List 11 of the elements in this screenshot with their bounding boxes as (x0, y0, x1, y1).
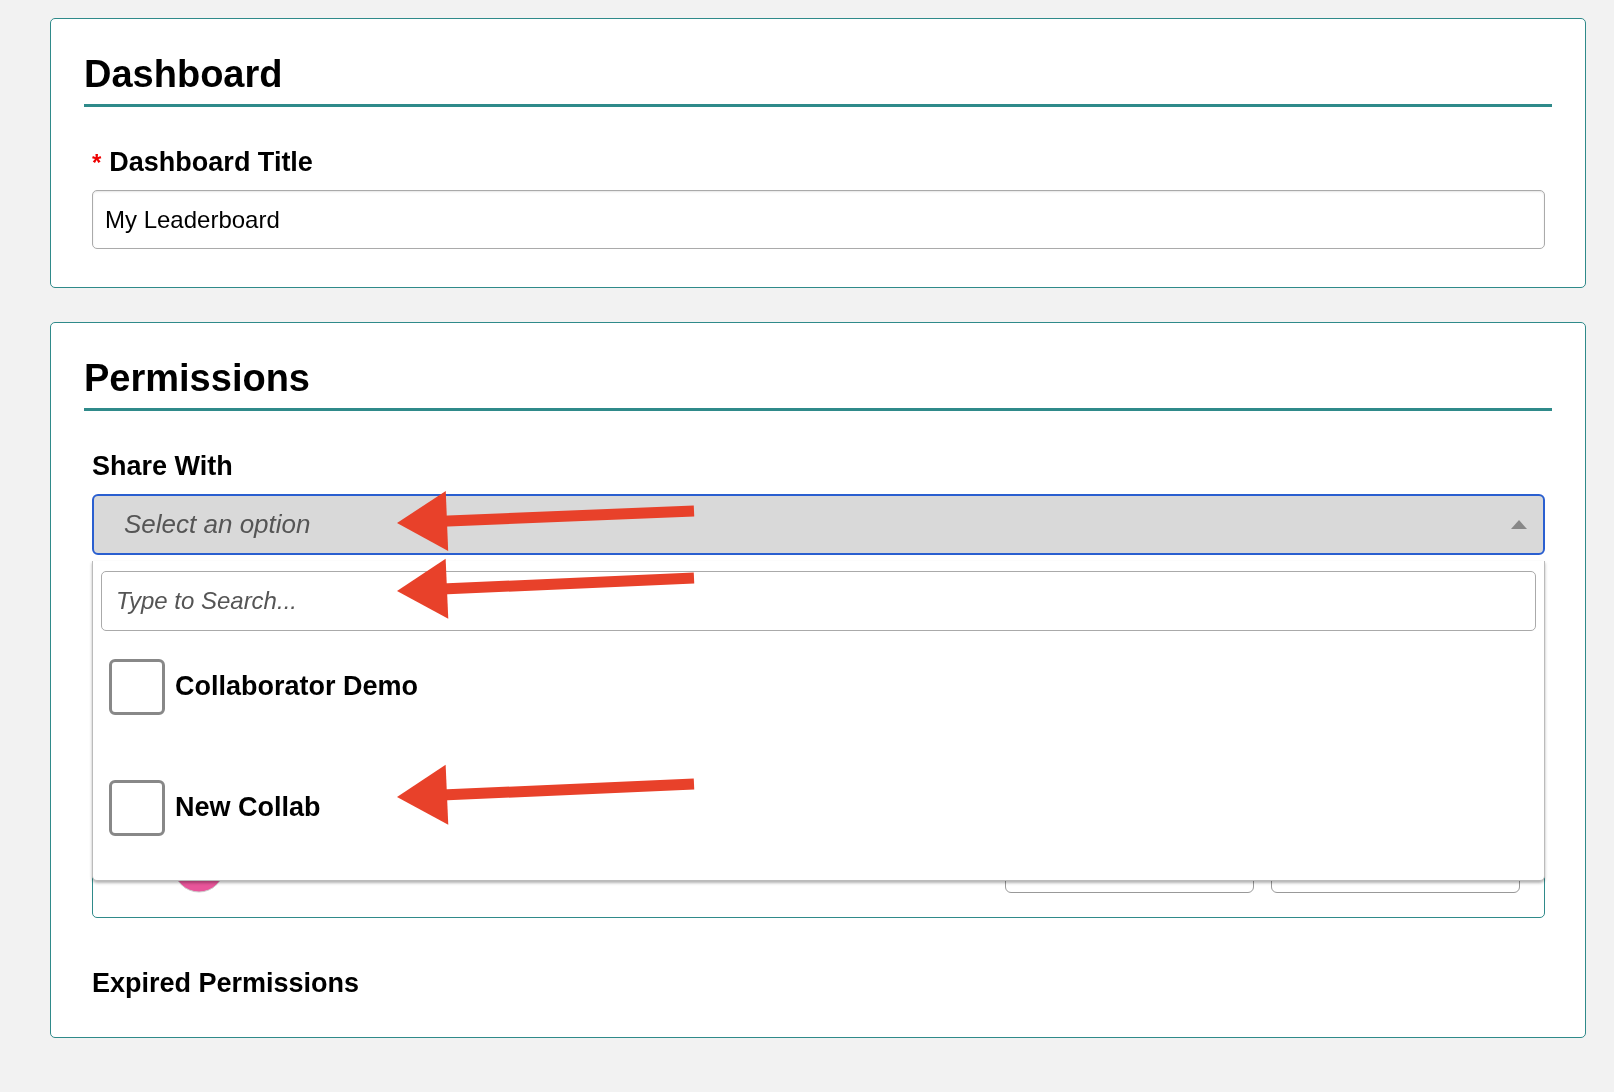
field-label: Share With (92, 451, 233, 482)
section-label: Expired Permissions (92, 968, 361, 999)
option-label[interactable]: Collaborator Demo (175, 671, 419, 702)
title-input[interactable]: My Leaderboard (92, 190, 1545, 249)
section-heading: Dashboard (84, 53, 1552, 107)
search-field[interactable]: Type to Search... (101, 571, 1536, 631)
required-mark: * (92, 149, 102, 177)
section-heading: Permissions (84, 357, 1552, 411)
option-label[interactable]: New Collab (175, 792, 321, 823)
share-select[interactable]: Select an option (92, 494, 1545, 555)
field-label: Dashboard Title (109, 147, 313, 178)
